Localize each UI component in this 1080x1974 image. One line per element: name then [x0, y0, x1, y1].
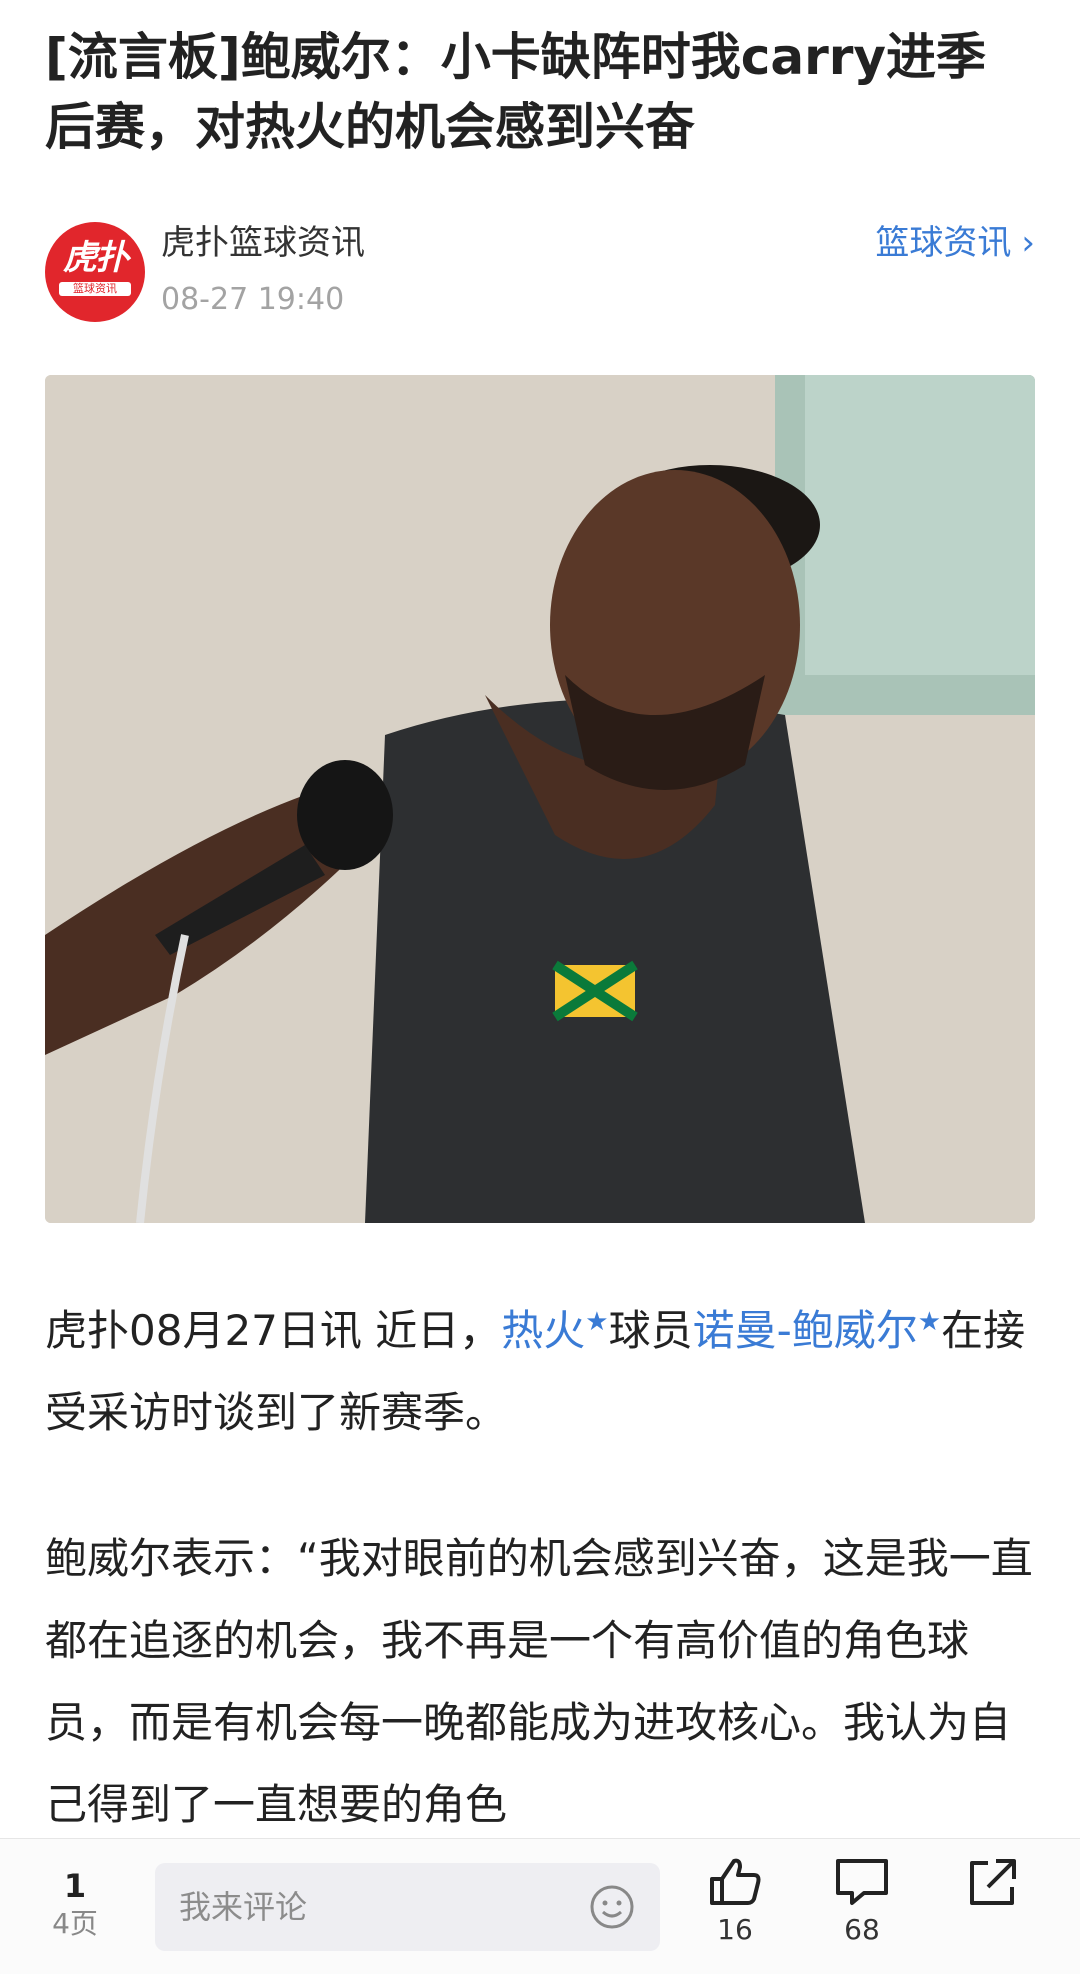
share-icon [970, 1859, 1016, 1905]
comment-bubble-icon [836, 1859, 888, 1905]
chevron-right-icon: › [1021, 223, 1035, 263]
channel-link[interactable]: 篮球资讯 › [875, 218, 1035, 268]
avatar-logo-subtext: 篮球资讯 [59, 282, 131, 296]
article-body: 虎扑08月27日讯 近日，热火★球员诺曼-鲍威尔★在接受采访时谈到了新赛季。 鲍… [45, 1290, 1035, 1846]
share-button[interactable] [952, 1857, 1032, 1909]
article-title: [流言板]鲍威尔：小卡缺阵时我carry进季后赛，对热火的机会感到兴奋 [45, 28, 986, 156]
comment-input[interactable]: 我来评论 [155, 1863, 660, 1951]
publish-time: 08-27 19:40 [161, 282, 345, 317]
channel-label: 篮球资讯 [875, 223, 1012, 263]
source-header: 虎扑 篮球资讯 虎扑篮球资讯 08-27 19:40 篮球资讯 › [45, 218, 1035, 328]
intro-text-mid: 球员 [608, 1306, 693, 1355]
page-current: 1 [63, 1867, 87, 1905]
thumbs-up-icon [710, 1858, 761, 1905]
avatar-logo-text: 虎扑 [63, 238, 129, 278]
star-icon: ★ [585, 1307, 609, 1337]
team-link-heat[interactable]: 热火 [501, 1306, 585, 1355]
paragraph-intro: 虎扑08月27日讯 近日，热火★球员诺曼-鲍威尔★在接受采访时谈到了新赛季。 [45, 1290, 1035, 1454]
comment-placeholder: 我来评论 [179, 1888, 308, 1926]
paragraph-quote: 鲍威尔表示：“我对眼前的机会感到兴奋，这是我一直都在追逐的机会，我不再是一个有高… [45, 1534, 1033, 1829]
comment-button[interactable]: 68 [822, 1857, 902, 1947]
like-button[interactable]: 16 [695, 1857, 775, 1947]
player-link-powell[interactable]: 诺曼-鲍威尔 [693, 1306, 918, 1355]
star-icon: ★ [917, 1307, 942, 1337]
bottom-action-bar: 1 4页 我来评论 16 68 [0, 1838, 1080, 1974]
page-total: 4页 [52, 1907, 98, 1940]
intro-text: 虎扑08月27日讯 近日， [45, 1306, 502, 1355]
player-photo-illustration [45, 375, 1035, 1223]
smile-icon[interactable] [588, 1883, 636, 1931]
page-indicator[interactable]: 1 4页 [40, 1867, 110, 1943]
source-avatar[interactable]: 虎扑 篮球资讯 [45, 222, 145, 322]
article-photo[interactable] [45, 375, 1035, 1223]
like-count: 16 [717, 1913, 753, 1946]
source-name[interactable]: 虎扑篮球资讯 [161, 218, 365, 268]
comment-count: 68 [844, 1913, 880, 1946]
